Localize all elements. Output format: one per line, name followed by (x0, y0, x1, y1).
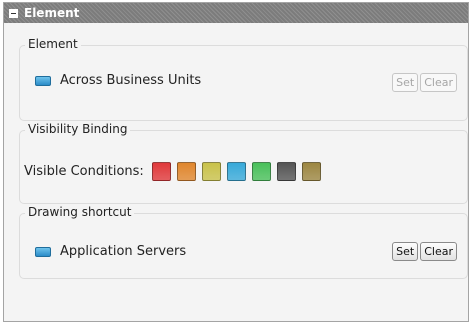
drawing-value: Application Servers (60, 244, 187, 259)
drawing-clear-button[interactable]: Clear (420, 242, 457, 261)
swatch-olive[interactable] (201, 162, 221, 181)
element-buttons: Set Clear (392, 73, 457, 92)
element-set-button[interactable]: Set (392, 73, 419, 92)
drawing-shortcut-fieldset: Drawing shortcut Application Servers Set… (19, 205, 468, 279)
visibility-row: Visible Conditions: (24, 162, 321, 181)
drawing-set-button[interactable]: Set (392, 242, 419, 261)
visible-conditions-label: Visible Conditions: (24, 164, 144, 179)
element-value: Across Business Units (60, 73, 202, 88)
element-legend: Element (25, 37, 81, 51)
swatch-red[interactable] (151, 162, 171, 181)
drawing-buttons: Set Clear (392, 242, 457, 261)
drawing-shape-icon (35, 246, 51, 257)
visibility-fieldset: Visibility Binding Visible Conditions: (19, 122, 468, 204)
swatch-brown[interactable] (301, 162, 321, 181)
drawing-shortcut-legend: Drawing shortcut (25, 205, 135, 219)
collapse-icon[interactable] (9, 8, 18, 18)
element-shape-icon (35, 75, 51, 86)
panel-title: Element (24, 6, 80, 20)
element-clear-button[interactable]: Clear (420, 73, 457, 92)
swatch-gray[interactable] (276, 162, 296, 181)
panel-titlebar[interactable]: Element (4, 3, 468, 23)
drawing-row: Application Servers (35, 244, 186, 259)
swatch-orange[interactable] (176, 162, 196, 181)
element-panel: Element Element Across Business Units Se… (3, 2, 469, 322)
swatch-blue[interactable] (226, 162, 246, 181)
element-row: Across Business Units (35, 73, 201, 88)
visibility-legend: Visibility Binding (25, 122, 131, 136)
element-fieldset: Element Across Business Units Set Clear (19, 37, 468, 121)
condition-swatches (151, 162, 321, 181)
swatch-green[interactable] (251, 162, 271, 181)
